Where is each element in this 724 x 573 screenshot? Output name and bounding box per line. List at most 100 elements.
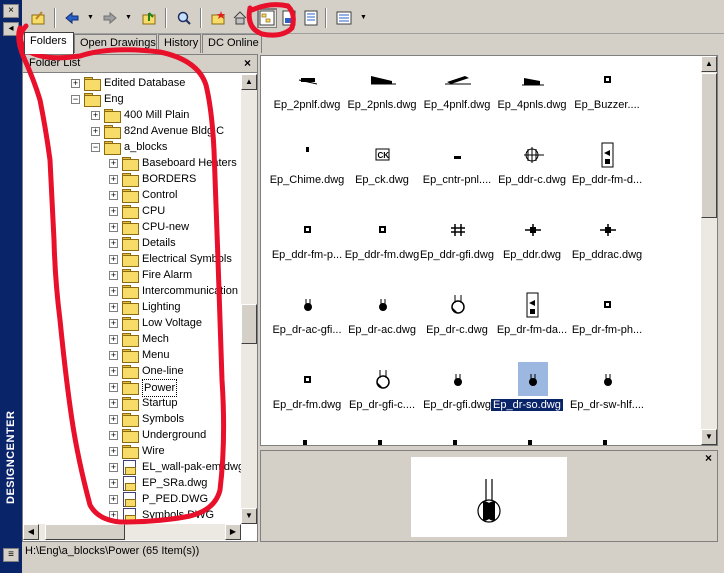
designcenter-title-bar[interactable]: × ◂ DESIGNCENTER ≡ — [0, 0, 22, 573]
file-item[interactable]: Ep_Buzzer.... — [569, 62, 645, 132]
expand-icon[interactable]: + — [109, 319, 118, 328]
file-item[interactable] — [378, 440, 382, 445]
expand-icon[interactable]: + — [109, 223, 118, 232]
tab-history[interactable]: History — [158, 34, 201, 53]
tree-item[interactable]: + Edited Database — [23, 75, 241, 91]
tree-item[interactable]: + One-line — [23, 363, 241, 379]
tree-item[interactable]: − Eng — [23, 91, 241, 107]
tab-dc-online[interactable]: DC Online — [202, 34, 262, 53]
expand-icon[interactable]: + — [109, 255, 118, 264]
expand-icon[interactable]: + — [109, 383, 118, 392]
collapse-icon[interactable]: − — [71, 95, 80, 104]
autohide-icon[interactable]: ◂ — [3, 22, 19, 36]
forward-dropdown-icon[interactable]: ▼ — [125, 14, 132, 21]
tree-item[interactable]: + Symbols — [23, 411, 241, 427]
expand-icon[interactable]: + — [109, 191, 118, 200]
preview-icon[interactable] — [279, 8, 299, 28]
back-icon[interactable] — [62, 8, 82, 28]
content-vertical-scrollbar[interactable]: ▲ ▼ — [701, 56, 717, 445]
close-icon[interactable]: × — [3, 4, 19, 18]
file-item[interactable]: Ep_Chime.dwg — [269, 137, 345, 207]
expand-icon[interactable]: + — [109, 479, 118, 488]
file-item[interactable]: Ep_ddr-fm-d... — [569, 137, 645, 207]
tree-toggle-icon[interactable] — [257, 8, 277, 28]
home-icon[interactable] — [230, 8, 250, 28]
tree-item[interactable]: + P_PED.DWG — [23, 491, 241, 507]
tree-item[interactable]: + Power — [23, 379, 241, 397]
file-item[interactable]: Ep_dr-ac.dwg — [344, 287, 420, 357]
file-item[interactable]: Ep_dr-gfi-c.... — [344, 362, 420, 432]
tree-item[interactable]: + Mech — [23, 331, 241, 347]
tree-item[interactable]: + Electrical Symbols — [23, 251, 241, 267]
expand-icon[interactable]: + — [109, 399, 118, 408]
expand-icon[interactable]: + — [91, 127, 100, 136]
file-item[interactable]: Ep_cntr-pnl.... — [419, 137, 495, 207]
expand-icon[interactable]: + — [109, 415, 118, 424]
scroll-down-icon[interactable]: ▼ — [241, 508, 257, 524]
expand-icon[interactable]: + — [109, 287, 118, 296]
tree-item[interactable]: + Control — [23, 187, 241, 203]
expand-icon[interactable]: + — [71, 79, 80, 88]
expand-icon[interactable]: + — [109, 495, 118, 504]
expand-icon[interactable]: + — [109, 159, 118, 168]
scroll-down-icon[interactable]: ▼ — [701, 429, 717, 445]
tree-item[interactable]: + Startup — [23, 395, 241, 411]
file-item[interactable]: Ep_4pnlf.dwg — [419, 62, 495, 132]
expand-icon[interactable]: + — [109, 335, 118, 344]
properties-icon[interactable]: ≡ — [3, 548, 19, 562]
file-item[interactable]: Ep_ddr.dwg — [494, 212, 570, 282]
tree-item[interactable]: + CPU-new — [23, 219, 241, 235]
expand-icon[interactable]: + — [109, 351, 118, 360]
tree-vertical-scrollbar[interactable]: ▲ ▼ — [241, 74, 257, 524]
tree-item[interactable]: + Intercommunication — [23, 283, 241, 299]
file-item[interactable]: Ep_dr-sw-hlf.... — [569, 362, 645, 432]
expand-icon[interactable]: + — [109, 463, 118, 472]
tree-item[interactable]: + Low Voltage — [23, 315, 241, 331]
file-item[interactable] — [453, 440, 457, 445]
tree-item[interactable]: + Underground — [23, 427, 241, 443]
file-item[interactable] — [603, 440, 607, 445]
tree-item[interactable]: +82nd Avenue Bldg C — [23, 123, 241, 139]
favorites-icon[interactable] — [208, 8, 228, 28]
file-item[interactable]: Ep_dr-fm-ph... — [569, 287, 645, 357]
file-item[interactable]: Ep_ddr-gfi.dwg — [419, 212, 495, 282]
expand-icon[interactable]: + — [109, 271, 118, 280]
tab-folders[interactable]: Folders — [24, 32, 74, 54]
views-dropdown-icon[interactable]: ▼ — [360, 14, 367, 21]
file-item[interactable]: CK Ep_ck.dwg — [344, 137, 420, 207]
views-icon[interactable] — [334, 8, 354, 28]
tree-item[interactable]: +400 Mill Plain — [23, 107, 241, 123]
file-item[interactable]: Ep_ddr-c.dwg — [494, 137, 570, 207]
close-icon[interactable]: × — [244, 55, 251, 72]
scroll-thumb[interactable] — [701, 73, 717, 218]
expand-icon[interactable]: + — [109, 175, 118, 184]
tree-item[interactable]: + EP_SRa.dwg — [23, 475, 241, 491]
file-item[interactable]: Ep_2pnlf.dwg — [269, 62, 345, 132]
expand-icon[interactable]: + — [91, 111, 100, 120]
file-item[interactable]: Ep_ddr-fm-p... — [269, 212, 345, 282]
tree-item[interactable]: + Wire — [23, 443, 241, 459]
file-item[interactable]: Ep_dr-c.dwg — [419, 287, 495, 357]
back-dropdown-icon[interactable]: ▼ — [87, 14, 94, 21]
expand-icon[interactable]: + — [109, 303, 118, 312]
tree-item[interactable]: + Menu — [23, 347, 241, 363]
file-item[interactable]: Ep_ddr-fm.dwg — [344, 212, 420, 282]
file-item[interactable]: Ep_dr-fm-da... — [494, 287, 570, 357]
scroll-up-icon[interactable]: ▲ — [241, 74, 257, 90]
up-icon[interactable] — [139, 8, 159, 28]
description-icon[interactable] — [301, 8, 321, 28]
scroll-left-icon[interactable]: ◀ — [23, 524, 39, 540]
expand-icon[interactable]: + — [109, 207, 118, 216]
file-item[interactable]: Ep_dr-fm.dwg — [269, 362, 345, 432]
tree-item[interactable]: + CPU — [23, 203, 241, 219]
search-icon[interactable] — [174, 8, 194, 28]
file-item[interactable]: Ep_dr-so.dwg — [491, 362, 570, 432]
file-item[interactable]: Ep_2pnls.dwg — [344, 62, 420, 132]
scroll-right-icon[interactable]: ▶ — [225, 524, 241, 540]
collapse-icon[interactable]: − — [91, 143, 100, 152]
file-item[interactable] — [303, 440, 307, 445]
file-item[interactable]: Ep_ddrac.dwg — [569, 212, 645, 282]
forward-icon[interactable] — [100, 8, 120, 28]
tree-horizontal-scrollbar[interactable]: ◀ ▶ — [23, 524, 241, 540]
tab-open-drawings[interactable]: Open Drawings — [74, 34, 157, 53]
